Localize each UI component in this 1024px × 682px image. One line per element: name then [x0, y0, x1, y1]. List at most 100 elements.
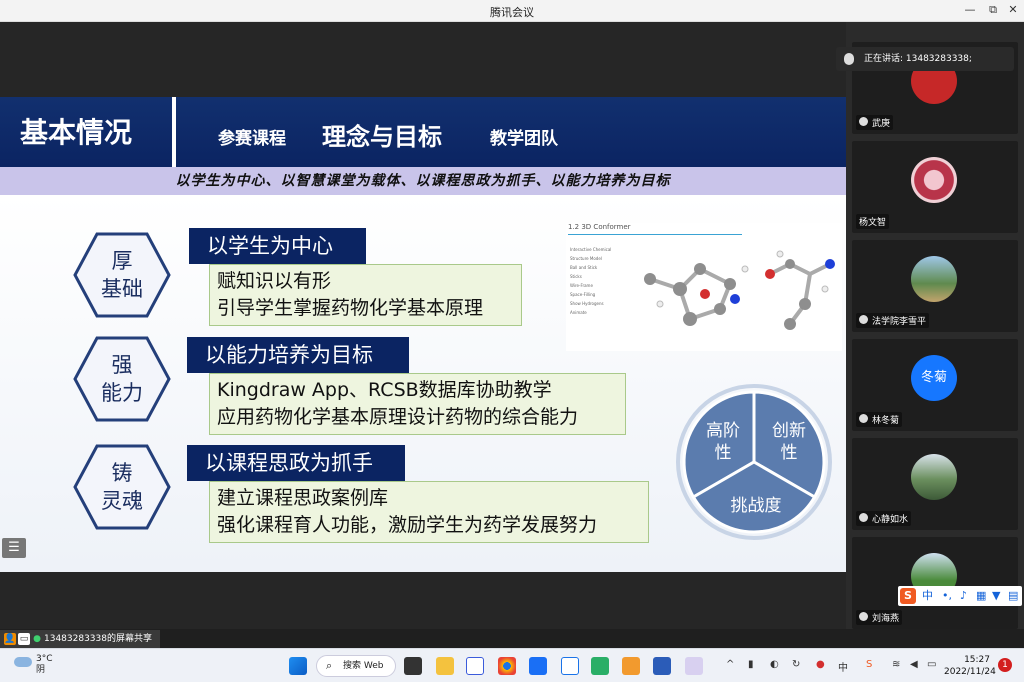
app-icon[interactable] — [685, 657, 703, 675]
participant-tile[interactable]: 刘海燕 — [852, 537, 1018, 629]
windows-taskbar: 3°C 阴 ⌕ 搜索 Web ^ ▮ ◐ ↻ ● 中 S ≋ ◀ ▭ 15:27… — [0, 648, 1024, 682]
goal-title-3: 以课程思政为抓手 — [187, 445, 405, 481]
panel-option: Wire-Frame — [570, 283, 593, 288]
cycle-segment-innovation: 创新 性 — [772, 421, 806, 463]
goal-detail-2: Kingdraw App、RCSB数据库协助教学 应用药物化学基本原理设计药物的… — [209, 373, 626, 435]
participant-name: 武庚 — [856, 115, 894, 130]
goal-title-2: 以能力培养为目标 — [187, 337, 409, 373]
conformer-screenshot: 1.2 3D Conformer Interactive Chemical St… — [566, 223, 842, 351]
panel-option: Sticks — [570, 274, 582, 279]
sogou-tray-icon[interactable]: S — [866, 659, 872, 670]
ime-tray[interactable]: 中 — [838, 659, 848, 674]
header-tab-team: 教学团队 — [490, 129, 558, 149]
participant-name: 林冬菊 — [856, 412, 903, 427]
tencent-meeting-icon[interactable] — [529, 657, 547, 675]
hexagon-label: 强 能力 — [101, 353, 143, 405]
search-box[interactable]: ⌕ 搜索 Web — [316, 655, 396, 677]
speaking-label: 正在讲话: 13483283338; — [864, 54, 972, 64]
windows-start-icon[interactable] — [289, 657, 307, 675]
participant-tile[interactable]: 冬菊 林冬菊 — [852, 339, 1018, 431]
slide-body: 厚 基础 强 能力 铸 灵魂 以学生为中心 赋知识以有形 引导学生掌握药物化学基… — [0, 195, 846, 572]
goal-line: 赋知识以有形 — [217, 270, 332, 292]
molecule-model-image — [644, 250, 835, 330]
toolbox-icon[interactable]: ▤ — [1008, 586, 1018, 606]
ime-toolbar[interactable]: S 中 •, ♪ ▦ ▼ ▤ — [898, 586, 1022, 606]
task-view-icon[interactable] — [404, 657, 422, 675]
participant-name: 法学院李雪平 — [856, 313, 930, 328]
minimize-button[interactable]: — — [962, 3, 978, 16]
goal-detail-3: 建立课程思政案例库 强化课程育人功能，激励学生为药学发展努力 — [209, 481, 649, 543]
weather-widget[interactable]: 3°C 阴 — [14, 654, 53, 676]
list-menu-icon[interactable]: ☰ — [2, 538, 26, 558]
cycle-diagram: 高阶 性 创新 性 挑战度 — [676, 384, 832, 540]
window-title: 腾讯会议 — [490, 6, 534, 19]
tray-app-icon[interactable]: ◐ — [770, 659, 779, 670]
weather-desc: 阴 — [36, 665, 46, 675]
microphone-icon[interactable]: ● — [816, 659, 825, 670]
word-icon[interactable] — [653, 657, 671, 675]
goal-detail-1: 赋知识以有形 引导学生掌握药物化学基本原理 — [209, 264, 522, 326]
ime-mode[interactable]: 中 — [922, 586, 933, 606]
slide-motto: 以学生为中心、以智慧课堂为载体、以课程思政为抓手、以能力培养为目标 — [0, 167, 846, 195]
chevron-up-icon[interactable]: ^ — [726, 659, 734, 670]
cycle-segment-challenge: 挑战度 — [730, 496, 782, 516]
screen-share-indicator[interactable]: 👤 ▭ ● 13483283338的屏幕共享 — [0, 630, 160, 648]
participant-name: 刘海燕 — [856, 610, 903, 625]
clock-date: 2022/11/24 — [944, 667, 996, 677]
close-button[interactable]: ✕ — [1005, 3, 1021, 16]
panel-option: Animate — [570, 310, 587, 315]
punctuation-icon[interactable]: •, — [942, 586, 952, 606]
participant-tile[interactable]: 法学院李雪平 — [852, 240, 1018, 332]
conformer-caption: 1.2 3D Conformer — [568, 223, 631, 231]
hexagon-label: 铸 灵魂 — [101, 461, 143, 513]
skin-icon[interactable]: ▼ — [992, 586, 1000, 606]
cloud-icon — [14, 657, 32, 667]
avatar — [911, 454, 957, 500]
desktop: 腾讯会议 — ⧉ ✕ 基本情况 参赛课程 理念与目标 教学团队 以学生为中心、以… — [0, 0, 1024, 682]
app-icon[interactable] — [561, 657, 579, 675]
panel-option: Show Hydrogens — [570, 301, 604, 306]
file-explorer-icon[interactable] — [436, 657, 454, 675]
keyboard-icon[interactable]: ▦ — [976, 586, 986, 606]
volume-icon[interactable]: ◀ — [910, 659, 918, 670]
hexagon-foundation: 厚 基础 — [73, 232, 171, 318]
participant-name: 杨文智 — [856, 214, 890, 229]
app-icon[interactable] — [466, 657, 484, 675]
panel-option: Ball and Stick — [570, 265, 598, 270]
goal-line: 引导学生掌握药物化学基本原理 — [217, 297, 484, 319]
mic-icon — [859, 513, 868, 522]
notification-badge[interactable]: 1 — [998, 658, 1012, 672]
screen-share-label: 13483283338的屏幕共享 — [44, 634, 152, 644]
slide-header-title: 基本情况 — [20, 116, 133, 149]
screen-icon: ▭ — [18, 633, 30, 645]
participant-name: 心静如水 — [856, 511, 912, 526]
wechat-icon[interactable] — [591, 657, 609, 675]
hexagon-ability: 强 能力 — [73, 336, 171, 422]
user-icon: 👤 — [4, 633, 16, 645]
restore-button[interactable]: ⧉ — [985, 3, 1001, 17]
mic-icon — [859, 315, 868, 324]
voice-icon[interactable]: ♪ — [960, 586, 967, 606]
mic-icon — [859, 414, 868, 423]
clock-time: 15:27 — [964, 655, 990, 665]
avatar: 冬菊 — [911, 355, 957, 401]
search-icon: ⌕ — [326, 659, 333, 672]
goal-line: 应用药物化学基本原理设计药物的综合能力 — [217, 406, 579, 428]
search-label: 搜索 Web — [343, 661, 384, 671]
wifi-icon[interactable]: ≋ — [892, 659, 900, 670]
battery-icon[interactable]: ▭ — [927, 659, 936, 670]
system-clock[interactable]: 15:27 2022/11/24 — [944, 654, 996, 678]
app-icon[interactable] — [622, 657, 640, 675]
goal-line: 建立课程思政案例库 — [217, 487, 389, 509]
participant-tile[interactable]: 心静如水 — [852, 438, 1018, 530]
hexagon-label: 厚 基础 — [101, 249, 143, 301]
avatar — [911, 157, 957, 203]
speaking-indicator: 正在讲话: 13483283338; — [836, 47, 1014, 71]
mic-icon — [844, 53, 854, 65]
goal-line: Kingdraw App、RCSB数据库协助教学 — [217, 379, 552, 401]
participant-tile[interactable]: 杨文智 — [852, 141, 1018, 233]
tray-app-icon[interactable]: ↻ — [792, 659, 800, 670]
header-tab-course: 参赛课程 — [218, 129, 286, 149]
tray-app-icon[interactable]: ▮ — [748, 659, 754, 670]
chrome-icon[interactable] — [498, 657, 516, 675]
